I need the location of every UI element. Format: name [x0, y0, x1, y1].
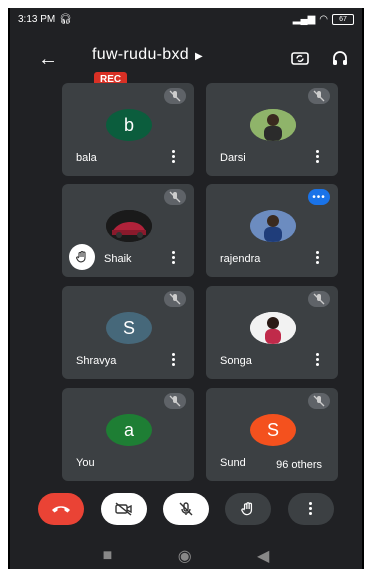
- speaking-indicator-icon: •••: [308, 189, 330, 205]
- avatar-photo: [250, 109, 296, 141]
- more-options-button[interactable]: [287, 493, 334, 525]
- toggle-camera-button[interactable]: [100, 493, 147, 525]
- participant-tile[interactable]: ••• rajendra: [206, 184, 338, 277]
- mic-off-icon: [308, 88, 330, 104]
- more-options-icon[interactable]: [316, 251, 320, 266]
- status-bar: 3:13 PM 🎧︎ ▂▄▆ ◠ 67: [10, 8, 362, 30]
- more-vert-icon: [308, 501, 313, 517]
- more-options-icon[interactable]: [172, 150, 176, 165]
- mic-off-icon: [164, 88, 186, 104]
- meeting-code-label: fuw-rudu-bxd: [92, 46, 189, 63]
- end-call-button[interactable]: [38, 493, 85, 525]
- avatar: b: [106, 109, 152, 141]
- headset-status-icon: 🎧︎: [59, 13, 72, 25]
- phone-screen: 3:13 PM 🎧︎ ▂▄▆ ◠ 67 ← fuw-rudu-bxd ▶ REC …: [8, 8, 364, 569]
- recents-icon[interactable]: ■: [103, 547, 113, 565]
- status-time: 3:13 PM: [18, 13, 56, 25]
- participant-name: Shaik: [104, 253, 132, 265]
- participant-tile[interactable]: S Sund 96 others: [206, 388, 338, 481]
- participant-tile[interactable]: Shaik: [62, 184, 194, 277]
- participant-name: rajendra: [220, 253, 261, 265]
- participant-name: Songa: [220, 355, 252, 367]
- avatar: S: [106, 312, 152, 344]
- participant-name: Shravya: [76, 355, 117, 367]
- participant-tile[interactable]: b bala: [62, 83, 194, 176]
- participant-tile[interactable]: Songa: [206, 286, 338, 379]
- switch-camera-icon[interactable]: [290, 48, 310, 68]
- call-controls: [10, 482, 362, 536]
- more-options-icon[interactable]: [316, 150, 320, 165]
- camera-off-icon: [114, 502, 132, 516]
- mic-off-icon: [308, 393, 330, 409]
- battery-icon: 67: [332, 13, 354, 25]
- back-arrow-icon[interactable]: ←: [38, 48, 58, 71]
- home-icon[interactable]: ◉: [178, 546, 192, 566]
- raise-hand-button[interactable]: [225, 493, 272, 525]
- mic-off-icon: [164, 189, 186, 205]
- avatar-photo: [106, 210, 152, 242]
- participant-tile-self[interactable]: a You: [62, 388, 194, 481]
- avatar: a: [106, 414, 152, 446]
- more-options-icon[interactable]: [172, 353, 176, 368]
- chevron-right-icon: ▶: [194, 51, 203, 62]
- participant-name: Sund: [220, 457, 246, 469]
- toggle-mic-button[interactable]: [162, 493, 209, 525]
- avatar-photo: [250, 210, 296, 242]
- participant-tile[interactable]: S Shravya: [62, 286, 194, 379]
- meeting-code[interactable]: fuw-rudu-bxd ▶: [92, 46, 203, 64]
- signal-icon: ▂▄▆: [292, 13, 316, 25]
- mic-off-icon: [164, 291, 186, 307]
- mic-off-icon: [164, 393, 186, 409]
- avatar-photo: [250, 312, 296, 344]
- more-options-icon[interactable]: [172, 251, 176, 266]
- participant-name: You: [76, 457, 95, 469]
- more-options-icon[interactable]: [316, 353, 320, 368]
- others-count-chip[interactable]: 96 others: [266, 455, 332, 475]
- avatar: S: [250, 414, 296, 446]
- participant-name: Darsi: [220, 152, 246, 164]
- mic-off-icon: [308, 291, 330, 307]
- participant-tile[interactable]: Darsi: [206, 83, 338, 176]
- phone-hangup-icon: [52, 506, 71, 513]
- hand-icon: [241, 502, 253, 516]
- wifi-icon: ◠: [319, 13, 328, 25]
- participant-name: bala: [76, 152, 97, 164]
- mic-off-icon: [179, 502, 193, 516]
- back-nav-icon[interactable]: ◀: [257, 546, 269, 566]
- audio-output-icon[interactable]: [330, 48, 350, 68]
- system-nav-bar: ■ ◉ ◀: [10, 542, 362, 569]
- raised-hand-icon: [69, 244, 95, 270]
